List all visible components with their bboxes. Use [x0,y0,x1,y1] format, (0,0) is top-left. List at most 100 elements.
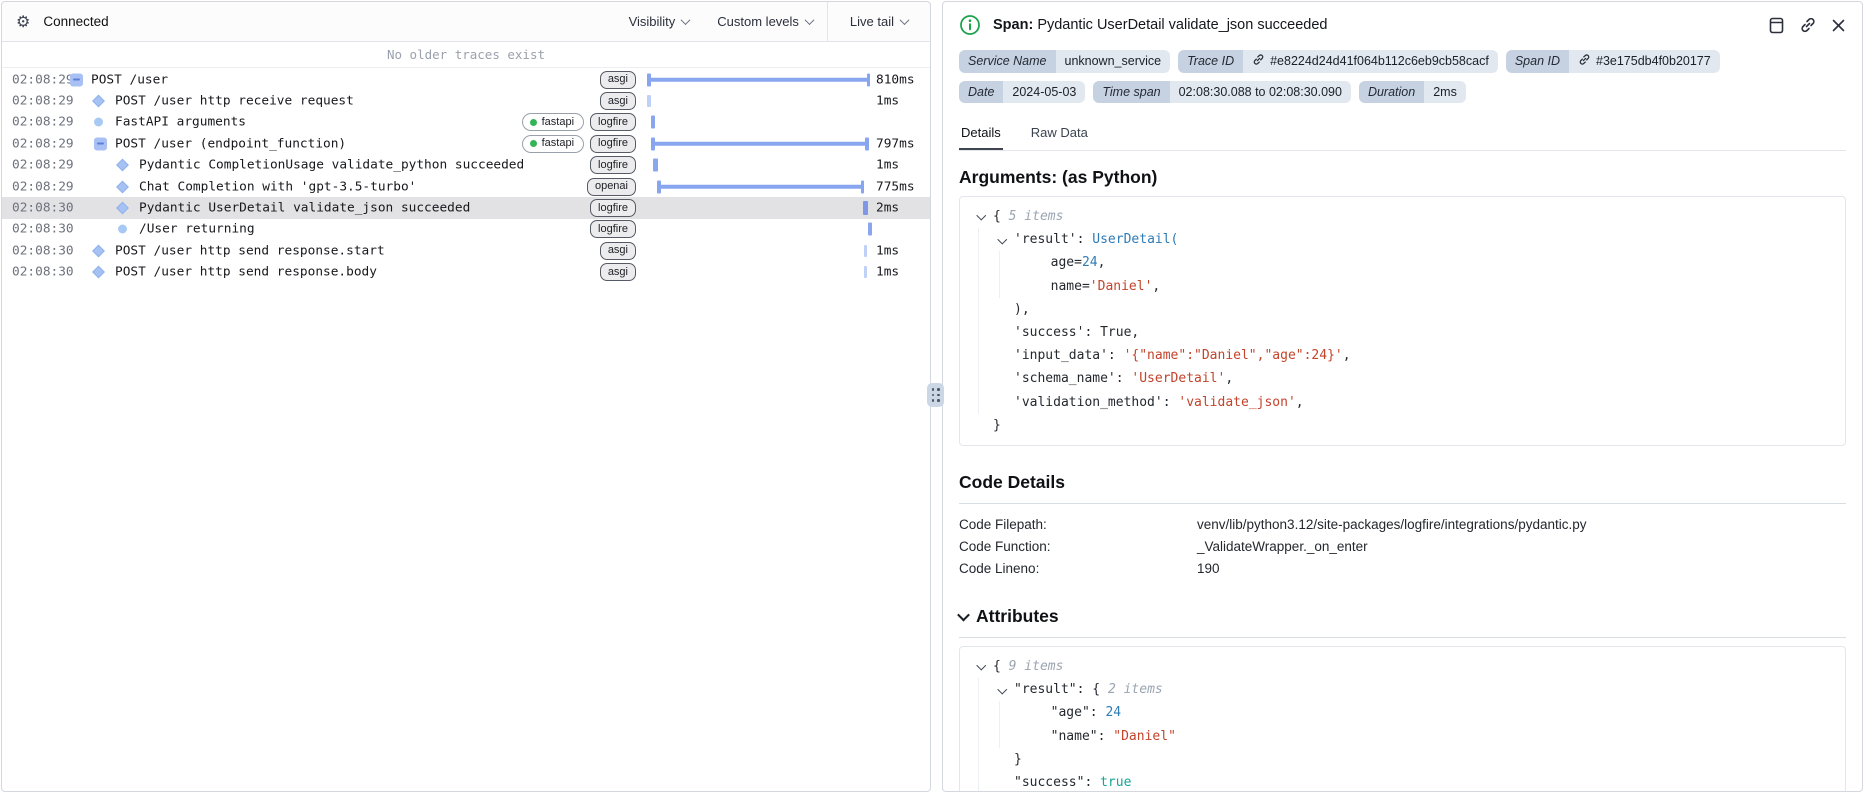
duration-pill: Duration 2ms [1358,81,1466,103]
trace-row[interactable]: 02:08:29 Pydantic CompletionUsage validat… [2,155,930,176]
code-line: ), [974,297,1831,322]
collapse-toggle-icon[interactable] [70,73,83,87]
detail-tabs: Details Raw Data [959,119,1846,151]
timing-bar-region [647,133,870,154]
trace-row-label: POST /user http send response.start [115,243,385,259]
live-tail-dropdown-label: Live tail [849,14,894,29]
trace-row[interactable]: 02:08:30/User returning logfire [2,219,930,240]
trace-row[interactable]: 02:08:29 POST /user (endpoint_function) fa… [2,133,930,154]
duration-tick [863,244,868,257]
trace-list: 02:08:29 POST /user asgi 810ms 02:08:29 POST … [2,69,930,283]
duration-tick [863,201,869,216]
diamond-level-icon [92,244,105,258]
trace-row[interactable]: 02:08:29 POST /user http receive request a… [2,90,930,111]
code-detail-row: Code Function: _ValidateWrapper._on_enter [959,536,1846,558]
link-icon [1578,53,1591,71]
trace-row-tags: openai [586,177,636,196]
duration-label: 2ms [876,200,900,216]
live-tail-dropdown[interactable]: Live tail [828,2,930,41]
logfire-tag-badge: logfire [590,156,636,175]
trace-row-time: 02:08:29 [12,93,74,109]
trace-row-label: Pydantic UserDetail validate_json succee… [139,200,471,216]
link-icon [1252,53,1265,71]
collapse-chevron-icon[interactable] [999,678,1014,701]
trace-row-label: Chat Completion with 'gpt-3.5-turbo' [139,179,417,195]
timing-bar-region [647,262,870,283]
collapse-chevron-icon[interactable] [978,655,993,678]
code-line: 'result': UserDetail( [974,228,1831,252]
collapse-toggle-icon[interactable] [94,137,107,151]
trace-row-tags: asgi [599,263,636,282]
custom-levels-dropdown-label: Custom levels [717,14,799,29]
trace-row[interactable]: 02:08:29 POST /user asgi 810ms [2,69,930,90]
trace-row[interactable]: 02:08:29 Chat Completion with 'gpt-3.5-tu… [2,176,930,197]
logfire-tag-badge: logfire [590,113,636,132]
trace-row[interactable]: 02:08:30 POST /user http send response.bo… [2,262,930,283]
tag-value[interactable]: #3e175db4f0b20177 [1569,50,1720,73]
collapse-chevron-icon[interactable] [999,228,1014,251]
trace-row-tags: asgi [599,241,636,260]
code-detail-label: Code Filepath: [959,517,1047,533]
trace-row-time: 02:08:30 [12,264,74,280]
copy-link-icon[interactable] [1799,16,1817,34]
timing-bar-region [647,219,873,240]
code-line: { 9 items [974,655,1831,678]
settings-gear-icon[interactable]: ⚙ [16,12,30,32]
code-line: name= 'Daniel', [974,274,1831,298]
open-in-panel-icon[interactable] [1768,17,1785,34]
diamond-level-icon [116,158,129,172]
duration-tick [650,115,656,129]
fastapi-tag-badge: fastapi [521,134,585,153]
duration-tick [653,158,658,172]
trace-row-label: Pydantic CompletionUsage validate_python… [139,157,525,173]
trace-row-time: 02:08:30 [12,243,74,259]
service-name-pill: Service Name unknown_service [959,50,1171,73]
trace-row-time: 02:08:29 [12,179,74,195]
attributes-section-toggle[interactable]: Attributes [957,606,1846,639]
trace-row[interactable]: 02:08:29 FastAPI arguments fastapi logfire [2,112,930,133]
collapse-chevron-icon[interactable] [978,205,993,228]
tab-details[interactable]: Details [959,119,1003,150]
close-icon[interactable] [1831,18,1846,33]
span-title-text: Pydantic UserDetail validate_json succee… [1037,17,1328,33]
tag-value: 2024-05-03 [1003,81,1086,103]
chevron-down-icon [804,15,815,26]
chevron-down-icon [899,15,910,26]
tag-label: Service Name [959,50,1056,73]
duration-tick [867,222,873,236]
timing-bar-region [647,240,870,261]
trace-row[interactable]: 02:08:30 Pydantic UserDetail validate_jso… [2,197,930,219]
timing-bar-region [647,197,870,218]
visibility-dropdown[interactable]: Visibility [615,2,704,41]
trace-row-label: POST /user http receive request [115,93,354,109]
duration-label: 810ms [876,72,915,88]
duration-label: 1ms [876,157,900,173]
custom-levels-dropdown[interactable]: Custom levels [703,2,827,41]
asgi-tag-badge: asgi [599,92,636,111]
arguments-python-block: { 5 items'result': UserDetail( age= 24, n… [959,196,1846,447]
trace-row-label: /User returning [139,221,255,237]
chevron-down-icon [957,608,970,622]
trace-id-pill: Trace ID #e8224d24d41f064b112c6eb9cb58cac… [1178,50,1498,73]
trace-row-time: 02:08:29 [12,114,74,130]
duration-label: 797ms [876,136,915,152]
timing-bar-region [647,155,870,176]
code-line: 'schema_name': 'UserDetail', [974,367,1831,391]
logfire-tag-badge: logfire [590,134,636,153]
tag-value: 02:08:30.088 to 02:08:30.090 [1169,81,1351,103]
attributes-json-block: { 9 items "result": { 2 items "age": 24 "… [959,646,1846,791]
arguments-heading: Arguments: (as Python) [959,167,1158,187]
code-detail-label: Code Function: [959,539,1051,555]
panel-resize-handle[interactable] [927,383,944,407]
logfire-tag-badge: logfire [590,220,636,239]
trace-row[interactable]: 02:08:30 POST /user http send response.st… [2,240,930,261]
tab-raw-data[interactable]: Raw Data [1029,119,1090,150]
trace-panel: ⚙ Connected Visibility Custom levels Liv… [1,1,931,792]
tag-label: Trace ID [1178,50,1244,73]
circle-level-icon [118,224,127,234]
openai-tag-badge: openai [586,177,636,196]
duration-label: 775ms [876,179,915,195]
tag-value[interactable]: #e8224d24d41f064b112c6eb9cb58cacf [1243,50,1498,73]
trace-panel-header: ⚙ Connected Visibility Custom levels Liv… [2,2,930,42]
attributes-heading: Attributes [976,606,1059,627]
